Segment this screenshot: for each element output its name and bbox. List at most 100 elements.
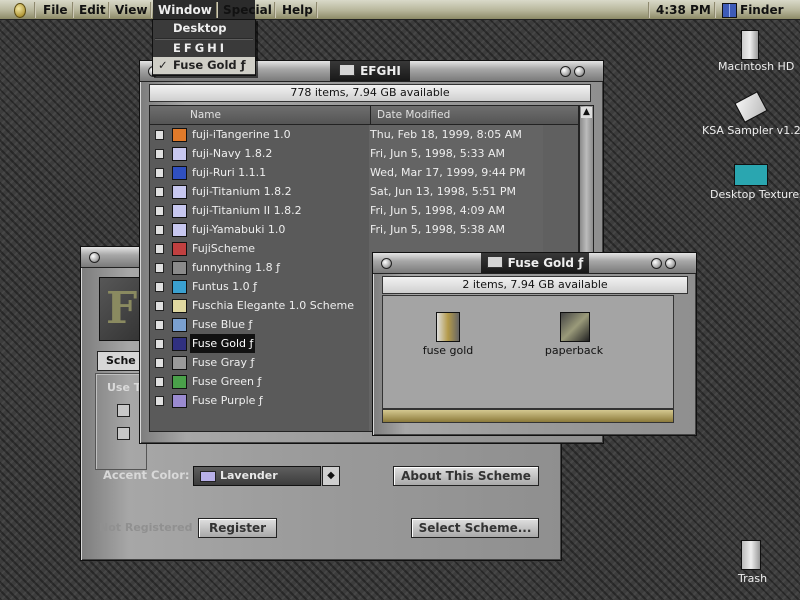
ksa-sampler-icon[interactable] xyxy=(734,91,768,123)
macintosh-hd-icon[interactable] xyxy=(730,30,770,60)
disclosure-triangle-icon[interactable] xyxy=(155,263,164,273)
apple-menu-icon[interactable] xyxy=(14,3,26,18)
desktop-icon-label[interactable]: Trash xyxy=(738,572,767,585)
file-name: Fuschia Elegante 1.0 Scheme xyxy=(192,299,355,312)
desktop-textures-icon[interactable] xyxy=(734,162,768,186)
disclosure-triangle-icon[interactable] xyxy=(155,358,164,368)
desktop-icon-label[interactable]: Macintosh HD xyxy=(718,60,794,73)
ksa-sampler-label-wrap: KSA Sampler v1.2.1 xyxy=(700,124,800,138)
fuse-gold-file-icon[interactable] xyxy=(436,312,460,342)
disclosure-triangle-icon[interactable] xyxy=(155,339,164,349)
popup-arrows-icon[interactable]: ◆ xyxy=(322,466,340,486)
file-name: Fuse Gray ƒ xyxy=(192,356,255,369)
disclosure-triangle-icon[interactable] xyxy=(155,206,164,216)
file-list-row[interactable]: fuji-Yamabuki 1.0 Fri, Jun 5, 1998, 5:38 … xyxy=(150,220,578,239)
file-icon xyxy=(172,356,187,370)
menu-file[interactable]: File xyxy=(38,0,73,20)
menu-separator xyxy=(648,2,650,18)
disclosure-triangle-icon[interactable] xyxy=(155,187,164,197)
efghi-status-bar: 778 items, 7.94 GB available xyxy=(149,84,591,102)
disclosure-triangle-icon[interactable] xyxy=(155,225,164,235)
file-name: fuji-Ruri 1.1.1 xyxy=(192,166,267,179)
desktop-icon-label[interactable]: KSA Sampler v1.2.1 xyxy=(702,124,800,137)
menu-item-label: Desktop xyxy=(173,21,227,35)
close-box-icon[interactable] xyxy=(89,252,100,263)
macintosh-hd-label-wrap: Macintosh HD xyxy=(718,60,794,74)
window-menu-fuse-gold[interactable]: ✓ Fuse Gold ƒ xyxy=(153,57,255,74)
file-icon xyxy=(172,337,187,351)
trash-label-wrap: Trash xyxy=(736,572,776,586)
file-name: funnything 1.8 ƒ xyxy=(192,261,280,274)
file-icon xyxy=(172,185,187,199)
collapse-box-icon[interactable] xyxy=(574,66,585,77)
paperback-file-label[interactable]: paperback xyxy=(539,344,609,357)
finder-icon[interactable] xyxy=(722,3,737,18)
file-name: Fuse Green ƒ xyxy=(192,375,262,388)
folder-icon xyxy=(339,64,356,76)
menu-separator xyxy=(34,2,36,18)
zoom-box-icon[interactable] xyxy=(560,66,571,77)
file-icon xyxy=(172,128,187,142)
window-title: EFGHI xyxy=(330,61,410,81)
window-menu-desktop[interactable]: Desktop xyxy=(153,20,255,37)
application-menu[interactable]: Finder xyxy=(740,0,784,20)
window-menu-efghi[interactable]: EFGHI xyxy=(153,40,255,57)
file-icon xyxy=(172,280,187,294)
menu-view[interactable]: View xyxy=(110,0,152,20)
fuse-gold-file-label[interactable]: fuse gold xyxy=(413,344,483,357)
file-icon xyxy=(172,375,187,389)
horizontal-scrollbar[interactable] xyxy=(382,409,674,423)
menu-clock[interactable]: 4:38 PM xyxy=(656,0,711,20)
menu-special[interactable]: Special xyxy=(218,0,277,20)
accent-swatch xyxy=(200,471,216,482)
trash-can-icon xyxy=(741,540,761,570)
fuse-gold-titlebar[interactable]: Fuse Gold ƒ xyxy=(373,253,696,274)
column-header: Name Date Modified xyxy=(149,105,579,125)
fuse-gold-status-bar: 2 items, 7.94 GB available xyxy=(382,276,688,294)
accent-color-value: Lavender xyxy=(220,469,278,482)
disclosure-triangle-icon[interactable] xyxy=(155,320,164,330)
paperback-file-icon[interactable] xyxy=(560,312,590,342)
menu-separator xyxy=(150,2,152,18)
file-list-row[interactable]: fuji-Titanium 1.8.2 Sat, Jun 13, 1998, 5:… xyxy=(150,182,578,201)
about-scheme-button[interactable]: About This Scheme xyxy=(393,466,539,486)
menu-help[interactable]: Help xyxy=(277,0,318,20)
fuse-gold-window: Fuse Gold ƒ 2 items, 7.94 GB available f… xyxy=(372,252,697,436)
disclosure-triangle-icon[interactable] xyxy=(155,282,164,292)
file-list-row[interactable]: fuji-Titanium II 1.8.2 Fri, Jun 5, 1998, … xyxy=(150,201,578,220)
menu-bar: File Edit View Window Special Help 4:38 … xyxy=(0,0,800,20)
folder-icon xyxy=(486,256,503,268)
zoom-box-icon[interactable] xyxy=(651,258,662,269)
file-name: fuji-Titanium 1.8.2 xyxy=(192,185,292,198)
file-list-row[interactable]: fuji-Navy 1.8.2 Fri, Jun 5, 1998, 5:33 AM xyxy=(150,144,578,163)
file-icon xyxy=(172,166,187,180)
file-list-row[interactable]: fuji-iTangerine 1.0 Thu, Feb 18, 1999, 8:… xyxy=(150,125,578,144)
disclosure-triangle-icon[interactable] xyxy=(155,377,164,387)
option-checkbox[interactable] xyxy=(117,404,130,417)
file-icon xyxy=(172,394,187,408)
accent-color-popup[interactable]: Lavender xyxy=(193,466,321,486)
scroll-up-arrow-icon[interactable]: ▲ xyxy=(581,107,592,118)
disclosure-triangle-icon[interactable] xyxy=(155,149,164,159)
disclosure-triangle-icon[interactable] xyxy=(155,301,164,311)
register-button[interactable]: Register xyxy=(198,518,277,538)
tab-schemes[interactable]: Sche xyxy=(97,351,143,371)
column-name-header[interactable]: Name xyxy=(190,106,221,124)
menu-edit[interactable]: Edit xyxy=(74,0,111,20)
disclosure-triangle-icon[interactable] xyxy=(155,244,164,254)
file-name: Fuse Blue ƒ xyxy=(192,318,253,331)
file-list-row[interactable]: fuji-Ruri 1.1.1 Wed, Mar 17, 1999, 9:44 P… xyxy=(150,163,578,182)
menu-item-label: EFGHI xyxy=(173,41,228,55)
disclosure-triangle-icon[interactable] xyxy=(155,168,164,178)
file-date: Fri, Jun 5, 1998, 5:38 AM xyxy=(370,223,505,236)
disclosure-triangle-icon[interactable] xyxy=(155,130,164,140)
disclosure-triangle-icon[interactable] xyxy=(155,396,164,406)
collapse-box-icon[interactable] xyxy=(665,258,676,269)
trash-icon[interactable] xyxy=(738,540,764,570)
desktop-icon-label[interactable]: Desktop Textures xyxy=(710,188,800,201)
select-scheme-button[interactable]: Select Scheme... xyxy=(411,518,539,538)
column-date-header[interactable]: Date Modified xyxy=(370,106,450,124)
disk-image-icon xyxy=(734,91,768,123)
close-box-icon[interactable] xyxy=(381,258,392,269)
option-checkbox[interactable] xyxy=(117,427,130,440)
